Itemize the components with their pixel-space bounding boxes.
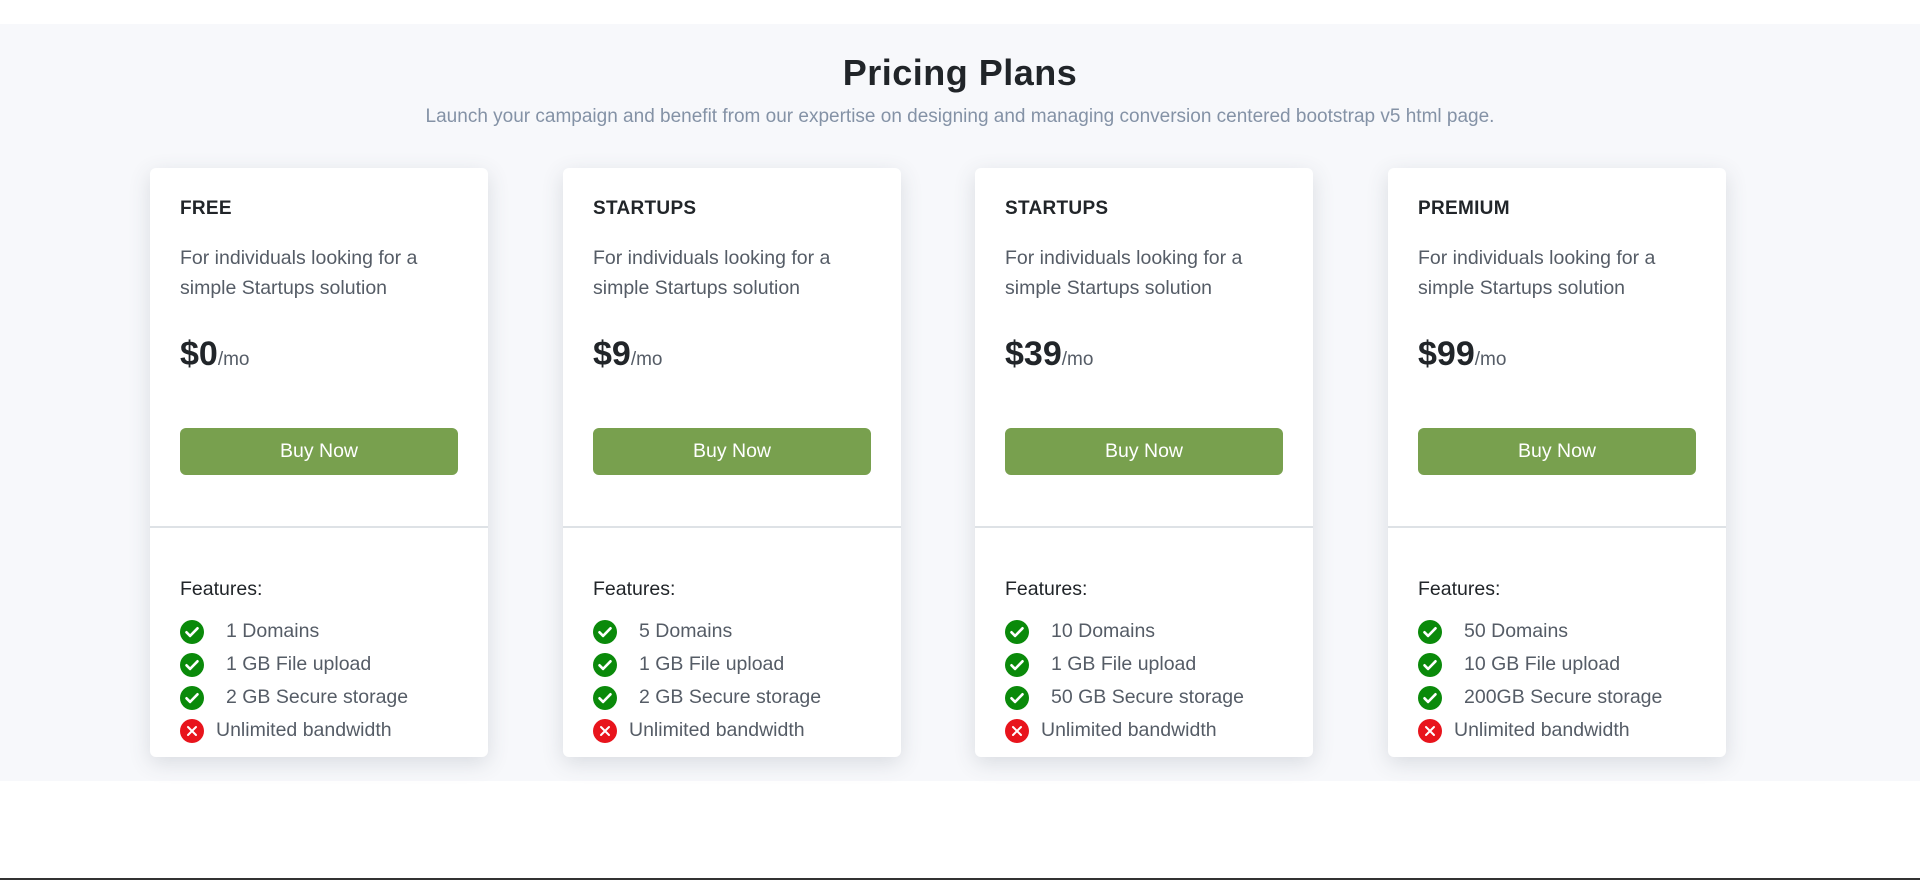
plan-name: STARTUPS (593, 198, 697, 219)
card-divider (563, 526, 901, 528)
price-period: /mo (217, 349, 250, 370)
features-label: Features: (593, 578, 676, 600)
card-divider (150, 526, 488, 528)
features-label: Features: (1418, 578, 1501, 600)
price-period: /mo (630, 349, 663, 370)
check-circle-icon (593, 685, 617, 710)
feature-text: 10 Domains (1051, 620, 1156, 642)
features-label: Features: (1005, 578, 1088, 600)
feature-item: Unlimited bandwidth (1005, 714, 1244, 747)
pricing-card: FREE For individuals looking for a simple… (150, 168, 488, 757)
plan-description: For individuals looking for a simple Sta… (1418, 247, 1656, 299)
pricing-card: PREMIUM For individuals looking for a sim… (1388, 168, 1726, 757)
plan-description: For individuals looking for a simple Sta… (180, 247, 418, 299)
feature-text: 1 GB File upload (639, 653, 785, 675)
price-amount: $39 (1005, 335, 1062, 373)
check-circle-icon (1418, 619, 1442, 644)
feature-text: Unlimited bandwidth (1454, 719, 1630, 741)
card-divider (1388, 526, 1726, 528)
feature-item: Unlimited bandwidth (180, 714, 408, 747)
pricing-card: STARTUPS For individuals looking for a si… (563, 168, 901, 757)
price-amount: $9 (593, 335, 631, 373)
price-period: /mo (1474, 349, 1507, 370)
feature-item: 10 Domains (1005, 615, 1244, 648)
feature-item: 50 Domains (1418, 615, 1662, 648)
plan-name: STARTUPS (1005, 198, 1109, 219)
buy-now-button[interactable]: Buy Now (180, 428, 458, 475)
check-circle-icon (180, 685, 204, 710)
feature-list: 1 Domains 1 GB File upload 2 GB Secure sto… (180, 615, 408, 747)
feature-text: 10 GB File upload (1464, 653, 1621, 675)
feature-item: 1 GB File upload (180, 648, 408, 681)
feature-item: 1 GB File upload (1005, 648, 1244, 681)
buy-now-button[interactable]: Buy Now (593, 428, 871, 475)
price-amount: $0 (180, 335, 218, 373)
buy-now-button[interactable]: Buy Now (1005, 428, 1283, 475)
feature-text: 50 Domains (1464, 620, 1569, 642)
feature-item: 2 GB Secure storage (180, 681, 408, 714)
feature-text: Unlimited bandwidth (1041, 719, 1217, 741)
check-circle-icon (1418, 685, 1442, 710)
feature-text: 1 Domains (226, 620, 320, 642)
feature-text: 2 GB Secure storage (639, 686, 822, 708)
feature-item: 50 GB Secure storage (1005, 681, 1244, 714)
check-circle-icon (593, 652, 617, 677)
feature-list: 5 Domains 1 GB File upload 2 GB Secure sto… (593, 615, 821, 747)
price-amount: $99 (1418, 335, 1475, 373)
plan-price: $99/mo (1418, 334, 1506, 380)
price-period: /mo (1061, 349, 1094, 370)
feature-item: 1 GB File upload (593, 648, 821, 681)
feature-item: 200GB Secure storage (1418, 681, 1662, 714)
plan-price: $9/mo (593, 334, 663, 380)
check-circle-icon (180, 652, 204, 677)
plan-description: For individuals looking for a simple Sta… (1005, 247, 1243, 299)
feature-text: 2 GB Secure storage (226, 686, 409, 708)
feature-list: 10 Domains 1 GB File upload 50 GB Secure s… (1005, 615, 1244, 747)
feature-text: 50 GB Secure storage (1051, 686, 1244, 708)
buy-now-button[interactable]: Buy Now (1418, 428, 1696, 475)
feature-item: 5 Domains (593, 615, 821, 648)
pricing-card: STARTUPS For individuals looking for a si… (975, 168, 1313, 757)
check-circle-icon (1418, 652, 1442, 677)
feature-text: Unlimited bandwidth (629, 719, 805, 741)
check-circle-icon (1005, 652, 1029, 677)
card-divider (975, 526, 1313, 528)
x-circle-icon (1418, 718, 1442, 743)
plan-price: $39/mo (1005, 334, 1093, 380)
check-circle-icon (1005, 619, 1029, 644)
plan-price: $0/mo (180, 334, 250, 380)
feature-item: Unlimited bandwidth (593, 714, 821, 747)
plan-description: For individuals looking for a simple Sta… (593, 247, 831, 299)
plan-name: FREE (180, 198, 232, 219)
plan-name: PREMIUM (1418, 198, 1510, 219)
feature-text: Unlimited bandwidth (216, 719, 392, 741)
check-circle-icon (593, 619, 617, 644)
feature-text: 200GB Secure storage (1464, 686, 1663, 708)
x-circle-icon (1005, 718, 1029, 743)
feature-item: 10 GB File upload (1418, 648, 1662, 681)
check-circle-icon (180, 619, 204, 644)
x-circle-icon (593, 718, 617, 743)
features-label: Features: (180, 578, 263, 600)
feature-text: 1 GB File upload (226, 653, 372, 675)
feature-text: 1 GB File upload (1051, 653, 1197, 675)
feature-item: 2 GB Secure storage (593, 681, 821, 714)
x-circle-icon (180, 718, 204, 743)
page-title: Pricing Plans (842, 52, 1078, 93)
page-subtitle: Launch your campaign and benefit from ou… (425, 106, 1495, 127)
check-circle-icon (1005, 685, 1029, 710)
feature-item: 1 Domains (180, 615, 408, 648)
feature-item: Unlimited bandwidth (1418, 714, 1662, 747)
feature-text: 5 Domains (639, 620, 733, 642)
feature-list: 50 Domains 10 GB File upload 200GB Secure … (1418, 615, 1662, 747)
